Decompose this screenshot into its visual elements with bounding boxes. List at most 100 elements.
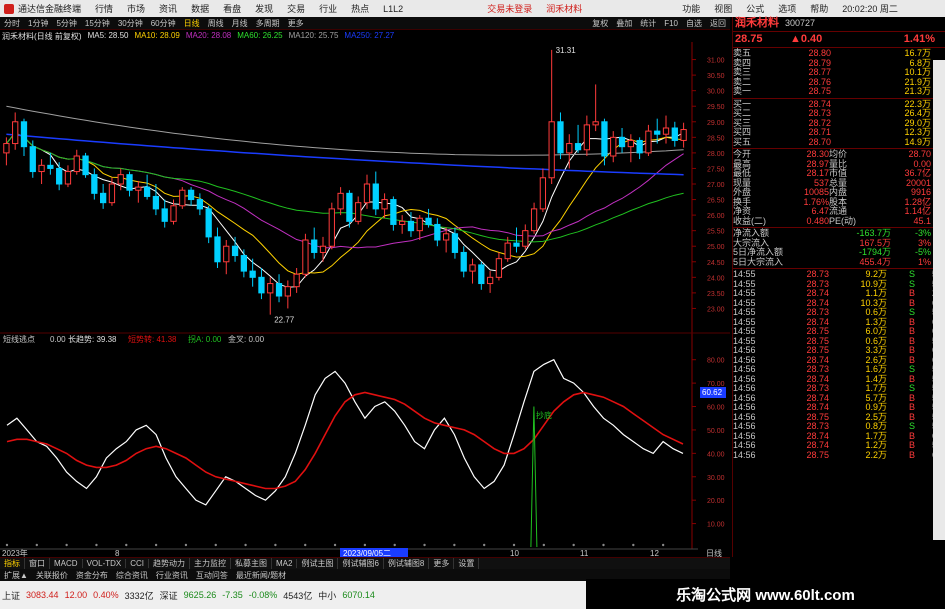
candle-body bbox=[275, 283, 283, 297]
period-5min[interactable]: 5分钟 bbox=[52, 18, 80, 29]
quote-stock-code: 300727 bbox=[785, 18, 816, 28]
candle-body bbox=[56, 167, 63, 185]
stock-name-link[interactable]: 润禾材料 bbox=[546, 2, 582, 15]
indicator-tab[interactable]: 指标 bbox=[0, 558, 25, 569]
tick-row: 14:5628.752.2万B6 bbox=[733, 449, 937, 460]
month-label-12: 12 bbox=[650, 549, 659, 557]
indicator-red-line bbox=[6, 391, 684, 490]
index1-value: 3083.44 bbox=[26, 590, 59, 600]
period-daily[interactable]: 日线 bbox=[180, 18, 204, 29]
index2-name[interactable]: 深证 bbox=[160, 589, 178, 602]
candle-body bbox=[363, 183, 371, 204]
extension-tab[interactable]: 综合资讯 bbox=[112, 570, 152, 581]
extension-tab[interactable]: 扩展▲ bbox=[0, 570, 32, 581]
indicator-tab[interactable]: 设置 bbox=[454, 558, 480, 569]
candle-body bbox=[513, 242, 520, 247]
menu-item-gongneng[interactable]: 功能 bbox=[682, 2, 700, 15]
volume-dot bbox=[304, 543, 307, 547]
menu-item-redian[interactable]: 热点 bbox=[351, 2, 369, 15]
menu-item-gongshi[interactable]: 公式 bbox=[746, 2, 764, 15]
kline-chart[interactable]: 31.00 30.50 30.00 29.50 29.00 28.50 28.00 27.50… bbox=[0, 42, 730, 557]
candle-body bbox=[601, 121, 608, 157]
indicator-tab[interactable]: 趋势动力 bbox=[149, 558, 191, 569]
index1-name[interactable]: 上证 bbox=[2, 589, 20, 602]
indicator-tab[interactable]: MACD bbox=[50, 559, 83, 568]
period-monthly[interactable]: 月线 bbox=[228, 18, 252, 29]
tick-list[interactable]: 14:5528.739.2万S514:5528.7310.9万S514:5528… bbox=[733, 269, 945, 460]
price-tick-label: 23.00 bbox=[707, 306, 725, 313]
menu-item-faxian[interactable]: 发现 bbox=[255, 2, 273, 15]
indicator-tab[interactable]: 更多 bbox=[429, 558, 455, 569]
candle-body bbox=[372, 183, 379, 210]
candle-body bbox=[548, 121, 555, 179]
volume-dot bbox=[184, 543, 188, 547]
candle-body bbox=[152, 195, 160, 210]
fuquan-button[interactable]: 复权 bbox=[588, 18, 612, 29]
menu-item-shitu[interactable]: 视图 bbox=[714, 2, 732, 15]
menu-item-zixun[interactable]: 资讯 bbox=[159, 2, 177, 15]
menu-item-bangzhu[interactable]: 帮助 bbox=[810, 2, 828, 15]
quote-stock-name: 润禾材料 bbox=[735, 17, 779, 29]
ind-tick-label: 50.00 bbox=[707, 428, 725, 435]
candle-body bbox=[346, 192, 353, 222]
period-60min[interactable]: 60分钟 bbox=[147, 18, 180, 29]
volume-dot bbox=[423, 543, 426, 547]
menu-item-hangqing[interactable]: 行情 bbox=[95, 2, 113, 15]
menu-item-hangye[interactable]: 行业 bbox=[319, 2, 337, 15]
quote-pct: 1.41% bbox=[903, 33, 935, 45]
candle-body bbox=[328, 208, 335, 247]
stats-button[interactable]: 统计 bbox=[636, 18, 660, 29]
month-label-11: 11 bbox=[580, 549, 589, 557]
overlay-button[interactable]: 叠加 bbox=[612, 18, 636, 29]
menu-item-shuju[interactable]: 数据 bbox=[191, 2, 209, 15]
candle-body bbox=[187, 189, 195, 201]
candle-body bbox=[47, 164, 54, 169]
indicator-tab[interactable]: 例试辅图8 bbox=[384, 558, 430, 569]
side-icon-strip[interactable] bbox=[933, 60, 945, 540]
indicator-tab[interactable]: MA2 bbox=[272, 559, 298, 568]
extension-tab[interactable]: 最近新闻/题材 bbox=[232, 570, 290, 581]
period-weekly[interactable]: 周线 bbox=[204, 18, 228, 29]
indicator-tab[interactable]: 窗口 bbox=[25, 558, 50, 569]
period-15min[interactable]: 15分钟 bbox=[81, 18, 114, 29]
volume-dot bbox=[125, 543, 128, 547]
period-1min[interactable]: 1分钟 bbox=[24, 18, 52, 29]
extension-tab[interactable]: 关联报价 bbox=[32, 570, 72, 581]
volume-dot bbox=[482, 543, 486, 547]
indicator-tab[interactable]: 例试主图 bbox=[297, 558, 339, 569]
watchlist-button[interactable]: 自选 bbox=[682, 18, 706, 29]
candle-body bbox=[311, 239, 318, 253]
candle-body bbox=[12, 121, 19, 145]
indicator-tab[interactable]: 私募主图 bbox=[231, 558, 273, 569]
ind-tick-label: 30.00 bbox=[707, 475, 725, 482]
indicator-tab[interactable]: 例试辅图6 bbox=[338, 558, 384, 569]
period-multi[interactable]: 多周期 bbox=[252, 18, 284, 29]
extension-tab[interactable]: 资金分布 bbox=[72, 570, 112, 581]
menu-item-jiaoyi[interactable]: 交易 bbox=[287, 2, 305, 15]
ma120-value: MA120: 25.75 bbox=[288, 31, 339, 40]
candle-body bbox=[486, 276, 494, 285]
index3-name[interactable]: 中小 bbox=[318, 589, 336, 602]
menu-item-shichang[interactable]: 市场 bbox=[127, 2, 145, 15]
candle-body bbox=[126, 174, 133, 191]
f10-button[interactable]: F10 bbox=[660, 19, 682, 28]
extension-tab[interactable]: 互动问答 bbox=[192, 570, 232, 581]
period-more[interactable]: 更多 bbox=[284, 18, 308, 29]
period-fenshi[interactable]: 分时 bbox=[0, 18, 24, 29]
candle-body bbox=[258, 276, 265, 294]
period-30min[interactable]: 30分钟 bbox=[114, 18, 147, 29]
trade-login-link[interactable]: 交易未登录 bbox=[487, 2, 532, 15]
extension-tab[interactable]: 行业资讯 bbox=[152, 570, 192, 581]
menu-item-l1l2[interactable]: L1L2 bbox=[383, 4, 403, 14]
candle-body bbox=[20, 121, 28, 148]
ma250-value: MA250: 27.27 bbox=[344, 31, 395, 40]
candle-body bbox=[407, 220, 415, 232]
indicator-tab[interactable]: CCI bbox=[126, 559, 150, 568]
candle-body bbox=[566, 143, 573, 154]
indicator-tab[interactable]: VOL-TDX bbox=[83, 559, 127, 568]
indicator-tab[interactable]: 主力监控 bbox=[190, 558, 232, 569]
menu-item-xuanxiang[interactable]: 选项 bbox=[778, 2, 796, 15]
back-button[interactable]: 返回 bbox=[706, 18, 730, 29]
menu-item-kanpan[interactable]: 看盘 bbox=[223, 2, 241, 15]
volume-dot bbox=[393, 543, 396, 547]
